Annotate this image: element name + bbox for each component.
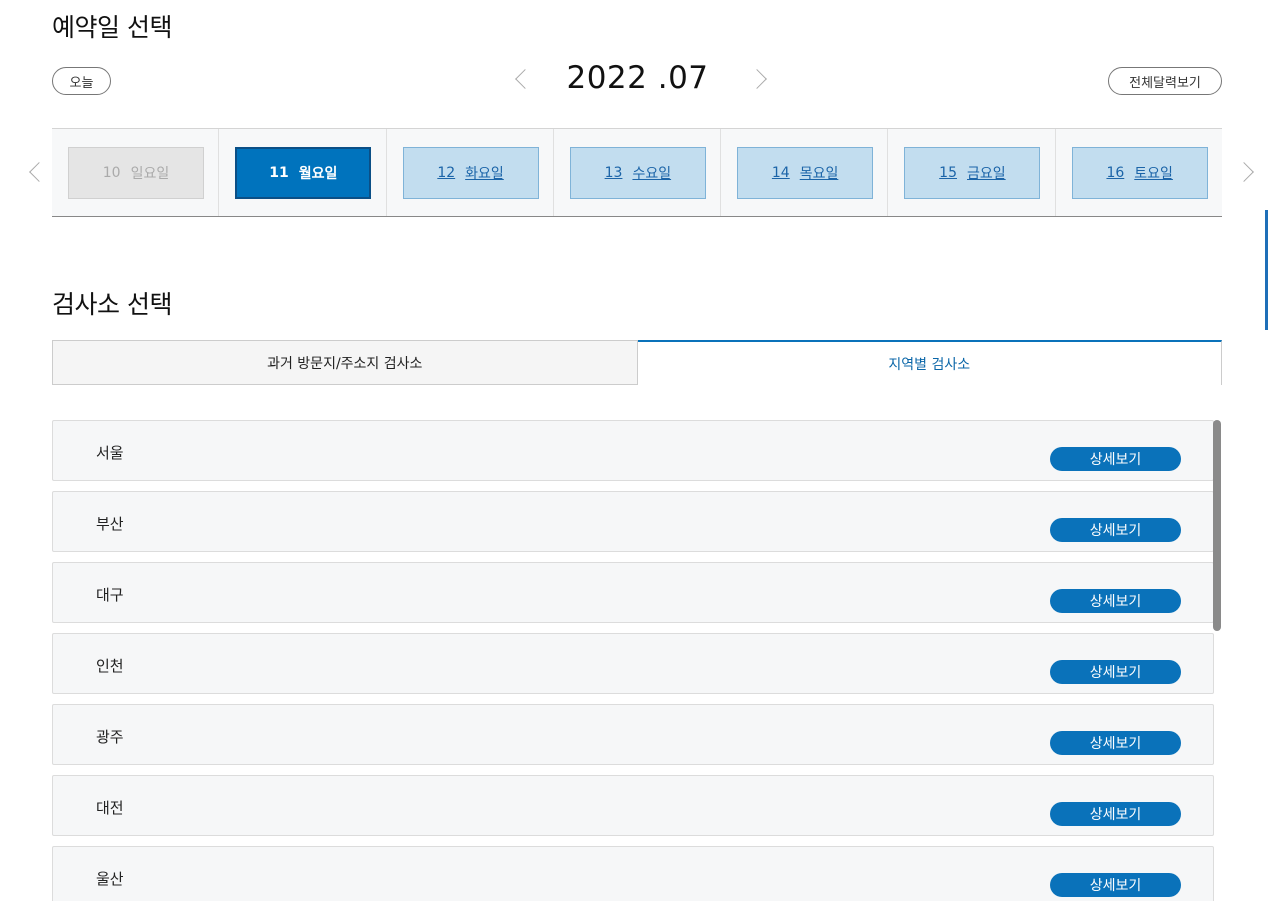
day-button-15[interactable]: 15 금요일 <box>904 147 1041 199</box>
region-name: 광주 <box>96 728 124 746</box>
day-cell: 12 화요일 <box>387 129 554 216</box>
day-date: 11 <box>269 165 289 181</box>
day-date: 12 <box>437 165 456 181</box>
region-item-gwangju: 광주 상세보기 <box>52 704 1214 765</box>
list-scrollbar[interactable] <box>1213 420 1221 631</box>
region-item-ulsan: 울산 상세보기 <box>52 846 1214 901</box>
region-item-busan: 부산 상세보기 <box>52 491 1214 552</box>
region-name: 울산 <box>96 870 124 888</box>
day-cell: 10 일요일 <box>52 129 220 216</box>
reservation-date-title: 예약일 선택 <box>52 13 172 42</box>
day-cell: 16 토요일 <box>1056 129 1222 216</box>
day-date: 16 <box>1106 165 1125 181</box>
day-weekday: 금요일 <box>967 166 1006 182</box>
center-select-title: 검사소 선택 <box>52 290 172 319</box>
detail-button[interactable]: 상세보기 <box>1050 589 1181 613</box>
prev-month-icon[interactable] <box>512 70 530 88</box>
region-item-daejeon: 대전 상세보기 <box>52 775 1214 836</box>
detail-button[interactable]: 상세보기 <box>1050 660 1181 684</box>
day-cell: 15 금요일 <box>888 129 1056 216</box>
region-list: 서울 상세보기 부산 상세보기 대구 상세보기 인천 상세보기 광주 상세보기 … <box>52 420 1214 901</box>
region-item-daegu: 대구 상세보기 <box>52 562 1214 623</box>
today-button[interactable]: 오늘 <box>52 67 111 95</box>
next-week-icon[interactable] <box>1239 163 1257 181</box>
day-date: 10 <box>102 165 121 181</box>
day-date: 14 <box>771 165 790 181</box>
region-name: 인천 <box>96 657 124 675</box>
tab-by-region[interactable]: 지역별 검사소 <box>637 340 1222 385</box>
detail-button[interactable]: 상세보기 <box>1050 802 1181 826</box>
day-weekday: 일요일 <box>130 166 170 182</box>
day-button-13[interactable]: 13 수요일 <box>569 147 706 199</box>
detail-button[interactable]: 상세보기 <box>1050 518 1181 542</box>
region-item-incheon: 인천 상세보기 <box>52 633 1214 694</box>
day-button-11[interactable]: 11 월요일 <box>235 147 372 199</box>
detail-button[interactable]: 상세보기 <box>1050 447 1181 471</box>
center-tabs: 과거 방문지/주소지 검사소 지역별 검사소 <box>52 340 1222 385</box>
day-weekday: 목요일 <box>799 166 839 182</box>
region-name: 서울 <box>96 444 124 462</box>
next-month-icon[interactable] <box>752 70 770 88</box>
day-weekday: 월요일 <box>298 166 338 182</box>
day-button-14[interactable]: 14 목요일 <box>737 147 874 199</box>
detail-button[interactable]: 상세보기 <box>1050 873 1181 897</box>
region-name: 대전 <box>96 799 124 817</box>
prev-week-icon[interactable] <box>26 163 44 181</box>
detail-button[interactable]: 상세보기 <box>1050 731 1181 755</box>
day-weekday: 화요일 <box>465 166 504 182</box>
day-date: 15 <box>939 165 957 181</box>
day-cell: 13 수요일 <box>554 129 722 216</box>
full-calendar-button[interactable]: 전체달력보기 <box>1108 67 1222 95</box>
day-button-12[interactable]: 12 화요일 <box>402 147 539 199</box>
region-name: 대구 <box>96 586 124 604</box>
day-cell: 14 목요일 <box>721 129 889 216</box>
day-selector: 10 일요일 11 월요일 12 화요일 13 수요일 14 목요일 15 금요… <box>52 128 1222 217</box>
day-button-10: 10 일요일 <box>68 147 204 199</box>
tab-past-visits[interactable]: 과거 방문지/주소지 검사소 <box>52 340 638 385</box>
current-month: 2022 .07 <box>566 60 709 96</box>
day-weekday: 토요일 <box>1134 166 1173 182</box>
region-item-seoul: 서울 상세보기 <box>52 420 1214 481</box>
day-weekday: 수요일 <box>632 166 672 182</box>
day-date: 13 <box>604 165 623 181</box>
day-button-16[interactable]: 16 토요일 <box>1071 147 1208 199</box>
day-cell: 11 월요일 <box>219 129 387 216</box>
region-name: 부산 <box>96 515 124 533</box>
